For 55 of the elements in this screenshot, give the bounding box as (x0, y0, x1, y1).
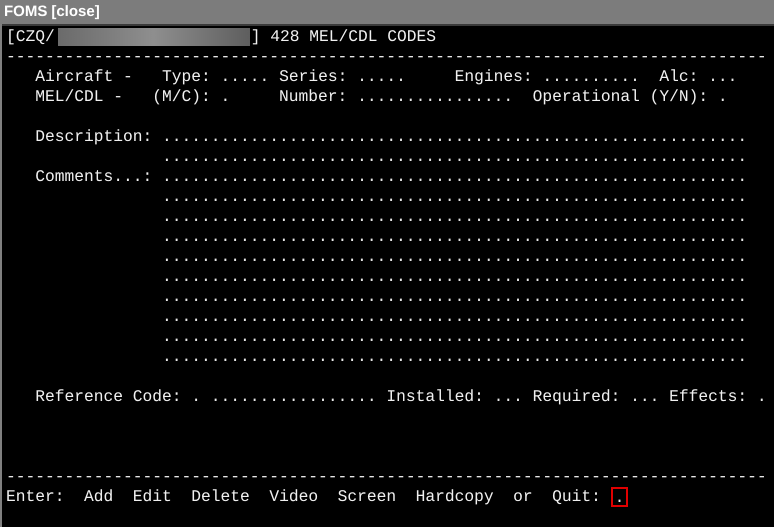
field-label: Reference Code: (35, 387, 182, 407)
field-dots[interactable]: ... (630, 387, 660, 407)
header-prefix: [CZQ/ (6, 27, 55, 47)
field-dots[interactable]: . (756, 387, 767, 407)
separator-line: ------------------------------------------------------------------------------ (6, 467, 767, 487)
field-dots[interactable]: ............................................................ (162, 347, 748, 367)
field-dots[interactable]: ............................................................ (162, 167, 748, 187)
prompt-label: Enter: (6, 487, 65, 507)
field-dots[interactable]: ............................................................ (162, 147, 748, 167)
field-label: Aircraft - (35, 67, 133, 87)
field-label: Description: (35, 127, 152, 147)
field-dots[interactable]: ............................................................ (162, 247, 748, 267)
window-title: FOMS (4, 2, 48, 22)
field-label: Series: (279, 67, 348, 87)
field-dots[interactable]: ............................................................ (162, 207, 748, 227)
field-dots[interactable]: ............................................................ (162, 127, 748, 147)
field-label: Operational (Y/N): (532, 87, 708, 107)
command-option[interactable]: Hardcopy (416, 487, 494, 507)
screen-heading: ] 428 MEL/CDL CODES (250, 27, 436, 47)
field-dots[interactable]: ............................................................ (162, 267, 748, 287)
quit-option[interactable]: Quit: (552, 487, 601, 507)
command-option[interactable]: Screen (338, 487, 396, 507)
command-input[interactable]: . (610, 487, 628, 507)
field-dots[interactable]: ............................................................ (162, 307, 748, 327)
field-dots[interactable]: ................ (357, 87, 514, 107)
field-label: Comments...: (35, 167, 152, 187)
field-dots[interactable]: ............................................................ (162, 287, 748, 307)
separator-line: ------------------------------------------------------------------------------ (6, 47, 767, 67)
field-label: Engines: (454, 67, 533, 87)
field-dots[interactable]: ............................................................ (162, 327, 748, 347)
field-label: Installed: (386, 387, 484, 407)
field-label: MEL/CDL - (35, 87, 124, 107)
field-dots[interactable]: ............................................................ (162, 187, 748, 207)
command-option[interactable]: Delete (191, 487, 250, 507)
field-label: Required: (532, 387, 620, 407)
field-dots[interactable]: . (220, 87, 230, 107)
field-dots[interactable]: . (718, 87, 728, 107)
field-label: Effects: (669, 387, 748, 407)
command-option[interactable]: Video (269, 487, 318, 507)
field-dots[interactable]: ..... (357, 67, 406, 87)
field-dots[interactable]: .......... (542, 67, 640, 87)
field-dots[interactable]: ... (708, 67, 738, 87)
field-dots[interactable]: ... (494, 387, 523, 407)
field-label: Number: (279, 87, 348, 107)
command-option[interactable]: Edit (132, 487, 172, 507)
command-option[interactable]: Add (84, 487, 114, 507)
field-label: Alc: (659, 67, 698, 87)
field-dots[interactable]: ................. (210, 387, 377, 407)
field-label: Type: (162, 67, 211, 87)
field-label: (M/C): (152, 87, 211, 107)
field-dots[interactable]: . (191, 387, 202, 407)
field-dots[interactable]: ............................................................ (162, 227, 748, 247)
field-dots[interactable]: ..... (220, 67, 270, 87)
close-link[interactable]: [close] (51, 0, 100, 24)
conjunction-text: or (513, 487, 533, 507)
